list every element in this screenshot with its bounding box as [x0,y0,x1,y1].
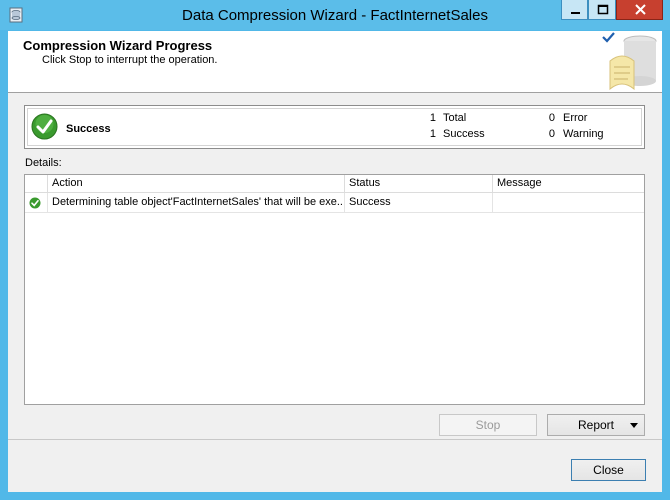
col-header-icon [25,175,48,193]
report-button[interactable]: Report [547,414,645,436]
report-button-label: Report [577,418,615,432]
details-label: Details: [25,157,62,169]
col-header-action[interactable]: Action [48,175,345,193]
chevron-down-icon [630,423,638,428]
success-label: Success [443,128,485,140]
maximize-icon [597,4,609,15]
page-title: Compression Wizard Progress [23,38,213,53]
row-icon-cell [25,193,48,213]
details-grid[interactable]: Action Status Message Determining table … [24,174,645,405]
col-header-status[interactable]: Status [345,175,493,193]
error-count: 0 [548,112,555,124]
minimize-button[interactable] [561,0,588,20]
success-check-icon [31,113,58,140]
close-button[interactable]: Close [571,459,646,481]
grid-header: Action Status Message [25,175,644,193]
wizard-window: Data Compression Wizard - FactInternetSa… [0,0,670,500]
warning-label: Warning [563,128,604,140]
close-icon [635,4,646,15]
minimize-icon [571,12,580,14]
stop-button[interactable]: Stop [439,414,537,436]
success-count: 1 [429,128,436,140]
error-label: Error [563,112,588,124]
total-label: Total [443,112,467,124]
row-message-cell [493,193,644,213]
table-row[interactable]: Determining table object'FactInternetSal… [25,193,644,213]
wizard-graphic-icon [602,32,657,91]
overall-status: Success [66,123,111,135]
page-subtitle: Click Stop to interrupt the operation. [42,54,218,66]
col-header-message[interactable]: Message [493,175,644,193]
success-check-icon [29,197,41,209]
maximize-button[interactable] [588,0,616,20]
total-count: 1 [429,112,436,124]
row-action-cell: Determining table object'FactInternetSal… [48,193,345,213]
summary-panel: Success 1 Total 1 Success 0 Error 0 Warn… [24,105,645,149]
title-bar[interactable]: Data Compression Wizard - FactInternetSa… [0,0,670,30]
footer-divider [8,439,662,440]
row-status-cell: Success [345,193,493,213]
wizard-client-area: Compression Wizard Progress Click Stop t… [8,31,662,492]
wizard-header: Compression Wizard Progress Click Stop t… [8,31,662,93]
warning-count: 0 [548,128,555,140]
close-window-button[interactable] [616,0,663,20]
